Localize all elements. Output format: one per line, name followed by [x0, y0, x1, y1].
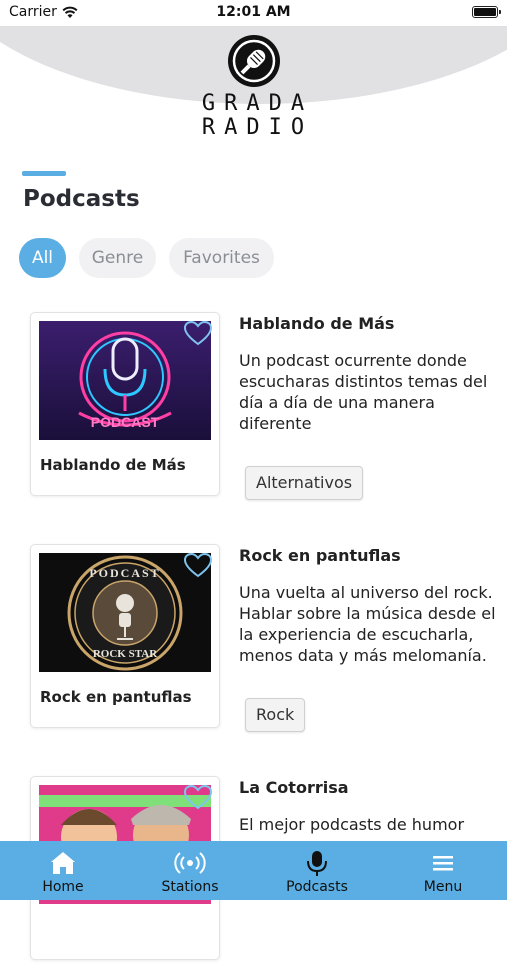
thumb-text: PODCAST: [91, 414, 160, 430]
podcast-title[interactable]: La Cotorrisa: [239, 778, 349, 797]
nav-podcasts[interactable]: Podcasts: [257, 841, 377, 900]
nav-menu[interactable]: Menu: [383, 841, 503, 900]
card-title: Rock en pantuflas: [40, 688, 192, 706]
list-item: PODCAST Hablando de Más Hablando de Más …: [0, 310, 507, 510]
nav-menu-label: Menu: [423, 879, 463, 895]
tab-favorites[interactable]: Favorites: [169, 238, 274, 278]
status-bar: Carrier 12:01 AM: [0, 0, 507, 26]
logo-wordmark: GRADA RADIO: [0, 92, 507, 140]
favorite-heart-icon[interactable]: [183, 783, 213, 811]
logo-line-2: RADIO: [201, 115, 314, 140]
menu-icon: [433, 856, 453, 871]
nav-podcasts-label: Podcasts: [286, 879, 348, 895]
podcast-description: Una vuelta al universo del rock. Hablar …: [239, 583, 496, 665]
podcast-card[interactable]: PODCAST ROCK STAR Rock en pantuflas: [30, 544, 220, 728]
tab-genre[interactable]: Genre: [79, 238, 156, 278]
genre-button[interactable]: Rock: [245, 698, 306, 732]
nav-home[interactable]: Home: [3, 841, 123, 900]
clock: 12:01 AM: [216, 4, 291, 20]
podcast-description: El mejor podcasts de humor: [239, 815, 465, 834]
thumb-text-bottom: ROCK STAR: [93, 648, 158, 660]
app-logo: GRADA RADIO: [0, 34, 507, 140]
microphone-icon: [307, 851, 327, 876]
thumb-text-top: PODCAST: [89, 566, 160, 580]
podcast-title[interactable]: Rock en pantuflas: [239, 546, 401, 565]
logo-line-1: GRADA: [201, 91, 314, 116]
home-icon: [51, 852, 75, 874]
list-item: PODCAST ROCK STAR Rock en pantuflas Rock…: [0, 542, 507, 742]
favorite-heart-icon[interactable]: [183, 319, 213, 347]
nav-stations-label: Stations: [161, 879, 219, 895]
podcast-card[interactable]: PODCAST Hablando de Más: [30, 312, 220, 496]
logo-mark-icon: [227, 35, 280, 87]
heading-accent-bar: [22, 171, 66, 176]
genre-button[interactable]: Alternativos: [245, 466, 364, 500]
favorite-heart-icon[interactable]: [183, 551, 213, 579]
podcast-description: Un podcast ocurrente donde escucharas di…: [239, 351, 488, 433]
broadcast-icon: [174, 852, 206, 874]
tab-all[interactable]: All: [19, 238, 66, 278]
card-title: Hablando de Más: [40, 456, 186, 474]
bottom-nav: Home Stations Podcasts Menu: [0, 841, 507, 900]
page-title: Podcasts: [23, 186, 140, 212]
nav-stations[interactable]: Stations: [130, 841, 250, 900]
battery-icon: [472, 6, 501, 18]
podcast-title[interactable]: Hablando de Más: [239, 314, 394, 333]
nav-home-label: Home: [42, 879, 84, 895]
